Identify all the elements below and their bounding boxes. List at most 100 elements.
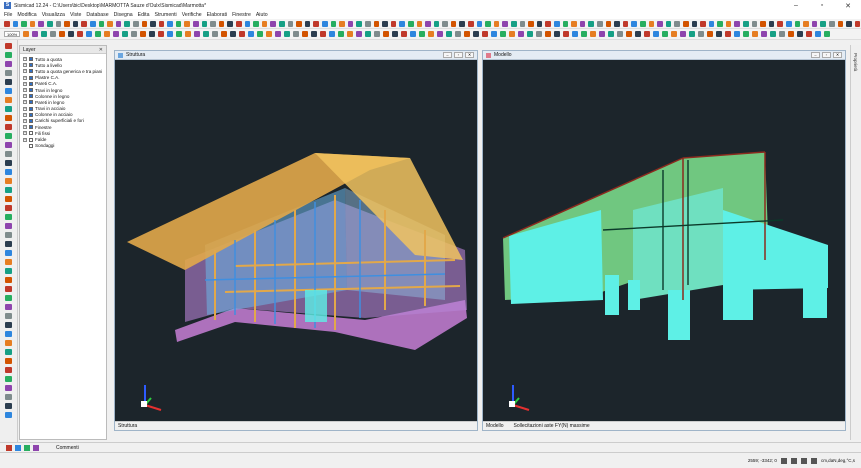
toolbar-button-icon[interactable] [768, 21, 775, 27]
toolbar-button-icon[interactable] [803, 21, 809, 27]
toolbar-button-icon[interactable] [176, 31, 183, 37]
toolbar-button-icon[interactable] [794, 21, 801, 27]
tool-icon[interactable] [24, 444, 30, 451]
toolbar-button-icon[interactable] [806, 31, 813, 37]
toolbar-button-icon[interactable] [468, 21, 474, 27]
layer-checkbox[interactable] [29, 106, 33, 111]
toolbar-button-icon[interactable] [59, 31, 66, 37]
toolbar-button-icon[interactable] [653, 31, 660, 37]
toolbar-button-icon[interactable] [631, 21, 637, 27]
menu-verifiche[interactable]: Verifiche [182, 12, 202, 18]
toolbar-button-icon[interactable] [38, 21, 44, 27]
toolbar-button-icon[interactable] [55, 21, 62, 27]
toolbar-button-icon[interactable] [304, 21, 311, 27]
draw-tool-icon[interactable] [5, 151, 12, 157]
toolbar-button-icon[interactable] [459, 21, 466, 27]
toolbar-button-icon[interactable] [608, 31, 615, 37]
maximize-icon[interactable]: ▫ [809, 2, 835, 10]
draw-tool-icon[interactable] [5, 52, 12, 58]
draw-tool-icon[interactable] [5, 106, 12, 112]
layer-checkbox[interactable] [29, 143, 33, 148]
menu-disegna[interactable]: Disegna [114, 12, 133, 18]
close-icon[interactable]: ✕ [465, 52, 474, 58]
toolbar-button-icon[interactable] [227, 21, 234, 27]
toolbar-button-icon[interactable] [509, 31, 516, 37]
toolbar-button-icon[interactable] [482, 31, 489, 37]
draw-tool-icon[interactable] [5, 142, 12, 148]
toolbar-button-icon[interactable] [95, 31, 102, 37]
toolbar-button-icon[interactable] [399, 21, 405, 27]
minimize-icon[interactable]: – [443, 52, 452, 58]
draw-tool-icon[interactable] [5, 214, 12, 220]
draw-tool-icon[interactable] [5, 97, 12, 103]
expand-icon[interactable]: + [23, 131, 27, 136]
toolbar-button-icon[interactable] [89, 21, 96, 27]
toolbar-button-icon[interactable] [725, 21, 732, 27]
grid-icon[interactable] [800, 457, 807, 464]
draw-tool-icon[interactable] [5, 169, 12, 175]
draw-tool-icon[interactable] [5, 43, 12, 49]
layer-item[interactable]: Sondaggi [20, 143, 106, 149]
toolbar-button-icon[interactable] [373, 21, 380, 27]
expand-icon[interactable]: + [23, 81, 27, 86]
toolbar-button-icon[interactable] [455, 31, 462, 37]
toolbar-button-icon[interactable] [330, 21, 337, 27]
toolbar-button-icon[interactable] [104, 31, 111, 37]
menu-elaborati[interactable]: Elaborati [207, 12, 227, 18]
toolbar-button-icon[interactable] [287, 21, 294, 27]
draw-tool-icon[interactable] [5, 115, 12, 121]
layer-checkbox[interactable] [29, 125, 33, 130]
toolbar-button-icon[interactable] [81, 21, 87, 27]
toolbar-button-icon[interactable] [392, 31, 399, 37]
toolbar-button-icon[interactable] [596, 21, 603, 27]
toolbar-button-icon[interactable] [511, 21, 517, 27]
toolbar-button-icon[interactable] [425, 21, 431, 27]
toolbar-button-icon[interactable] [797, 31, 804, 37]
tool-icon[interactable] [33, 444, 39, 451]
layer-checkbox[interactable] [29, 75, 33, 80]
toolbar-button-icon[interactable] [193, 21, 199, 27]
toolbar-button-icon[interactable] [364, 21, 371, 27]
toolbar-button-icon[interactable] [671, 31, 678, 37]
draw-tool-icon[interactable] [5, 358, 12, 364]
toolbar-button-icon[interactable] [788, 31, 795, 37]
menu-finestre[interactable]: Finestre [232, 12, 251, 18]
toolbar-button-icon[interactable] [338, 31, 345, 37]
toolbar-button-icon[interactable] [743, 21, 749, 27]
toolbar-button-icon[interactable] [554, 21, 560, 27]
toolbar-button-icon[interactable] [113, 31, 120, 37]
draw-tool-icon[interactable] [5, 61, 12, 67]
toolbar-button-icon[interactable] [662, 31, 669, 37]
draw-tool-icon[interactable] [5, 286, 12, 292]
toolbar-button-icon[interactable] [293, 31, 300, 37]
toolbar-button-icon[interactable] [450, 21, 457, 27]
modello-3d-view[interactable] [483, 60, 845, 421]
toolbar-button-icon[interactable] [32, 31, 39, 37]
toolbar-button-icon[interactable] [149, 31, 156, 37]
layer-checkbox[interactable] [29, 94, 33, 99]
toolbar-button-icon[interactable] [491, 31, 498, 37]
toolbar-button-icon[interactable] [86, 31, 93, 37]
toolbar-button-icon[interactable] [77, 31, 84, 37]
toolbar-button-icon[interactable] [302, 31, 309, 37]
toolbar-button-icon[interactable] [846, 21, 852, 27]
modello-window[interactable]: Modello – ▫ ✕ Modello Sollecitazioni ast… [482, 50, 846, 431]
toolbar-button-icon[interactable] [46, 21, 53, 27]
toolbar-button-icon[interactable] [562, 21, 569, 27]
toolbar-button-icon[interactable] [476, 21, 483, 27]
close-icon[interactable]: ✕ [833, 52, 842, 58]
toolbar-button-icon[interactable] [12, 21, 19, 27]
minimize-icon[interactable]: – [811, 52, 820, 58]
toolbar-button-icon[interactable] [674, 21, 680, 27]
draw-tool-icon[interactable] [5, 124, 12, 130]
toolbar-button-icon[interactable] [261, 21, 268, 27]
toolbar-button-icon[interactable] [401, 31, 408, 37]
draw-tool-icon[interactable] [5, 259, 12, 265]
toolbar-button-icon[interactable] [777, 21, 784, 27]
zoom-select[interactable]: 100% [4, 31, 21, 37]
toolbar-button-icon[interactable] [528, 21, 534, 27]
toolbar-button-icon[interactable] [141, 21, 148, 27]
toolbar-button-icon[interactable] [175, 21, 182, 27]
draw-tool-icon[interactable] [5, 376, 12, 382]
toolbar-button-icon[interactable] [717, 21, 723, 27]
